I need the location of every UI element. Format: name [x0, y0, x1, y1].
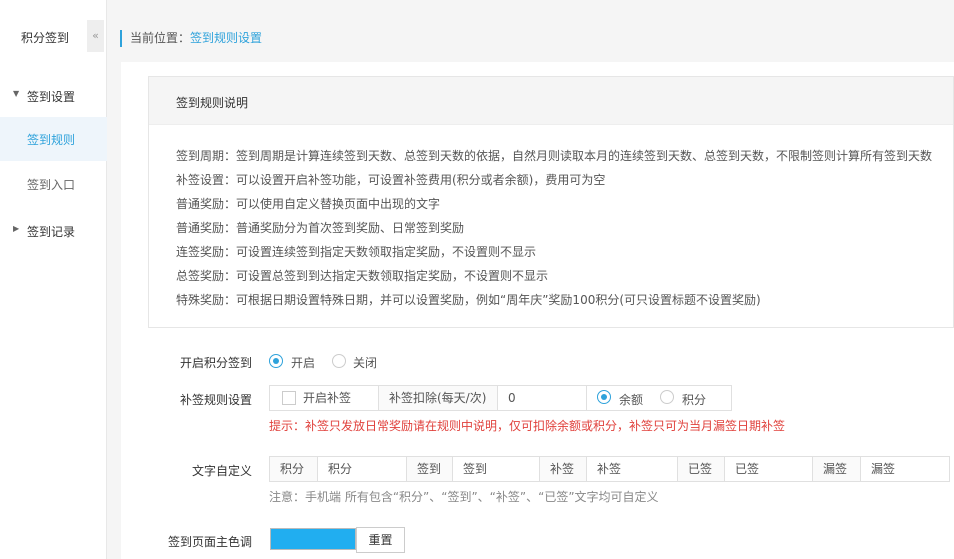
enable-off-label[interactable]: 关闭: [353, 354, 377, 371]
theme-color-picker[interactable]: [270, 528, 356, 550]
makeup-rules-label: 补签规则设置: [179, 393, 252, 407]
custom-points-input[interactable]: 积分: [317, 456, 407, 482]
sidebar-item-checkin-entry[interactable]: 签到入口: [0, 162, 107, 206]
rule-line: 特殊奖励：可根据日期设置特殊日期，并可以设置奖励，例如“周年庆”奖励100积分(…: [176, 293, 761, 307]
custom-makeup-input[interactable]: 补签: [586, 456, 678, 482]
deduct-amount-input[interactable]: 0: [497, 385, 587, 411]
nav-group-checkin-records[interactable]: ▶ 签到记录: [0, 218, 107, 244]
collapse-sidebar-icon[interactable]: «: [87, 20, 104, 52]
nav-group-label: 签到记录: [27, 225, 76, 239]
custom-signed-input[interactable]: 已签: [724, 456, 813, 482]
sidebar: 积分签到 « ▼ 签到设置 签到规则 签到入口 ▶ 签到记录: [0, 0, 107, 559]
text-custom-label: 文字自定义: [191, 464, 252, 478]
makeup-checkbox[interactable]: [282, 391, 296, 405]
custom-name-cell: 已签: [677, 456, 725, 482]
enable-on-radio[interactable]: [269, 354, 283, 368]
theme-color-label: 签到页面主色调: [167, 535, 252, 549]
breadcrumb-current[interactable]: 签到规则设置: [190, 31, 262, 45]
deduct-points-label[interactable]: 积分: [682, 391, 706, 408]
caret-down-icon: ▼: [13, 89, 20, 98]
caret-right-icon: ▶: [13, 224, 20, 233]
custom-checkin-input[interactable]: 签到: [452, 456, 540, 482]
rules-description-box: 签到规则说明 签到周期：签到周期是计算连续签到天数、总签到天数的依据，自然月则读…: [148, 76, 954, 328]
deduct-label: 补签扣除(每天/次): [389, 391, 487, 405]
sidebar-item-checkin-rules[interactable]: 签到规则: [0, 117, 107, 161]
deduct-points-radio[interactable]: [660, 390, 674, 404]
breadcrumb-prefix: 当前位置：: [130, 31, 191, 45]
rules-header: 签到规则说明: [149, 77, 953, 125]
sidebar-item-label: 签到规则: [27, 133, 76, 147]
rule-line: 连签奖励：可设置连续签到指定天数领取指定奖励，不设置则不显示: [176, 245, 537, 259]
rule-line: 总签奖励：可设置总签到到达指定天数领取指定奖励，不设置则不显示: [176, 269, 549, 283]
enable-checkin-label: 开启积分签到: [179, 356, 252, 370]
rule-line: 普通奖励：可以使用自定义替换页面中出现的文字: [176, 197, 441, 211]
custom-missed-input[interactable]: 漏签: [860, 456, 950, 482]
makeup-hint: 提示：补签只发放日常奖励请在规则中说明，仅可扣除余额或积分，补签只可为当月漏签日…: [269, 419, 786, 433]
makeup-checkbox-label: 开启补签: [303, 391, 352, 405]
breadcrumb: 当前位置：签到规则设置: [120, 30, 262, 47]
rule-line: 签到周期：签到周期是计算连续签到天数、总签到天数的依据，自然月则读取本月的连续签…: [176, 149, 933, 163]
text-custom-note: 注意：手机端 所有包含“积分”、“签到”、“补签”、“已签”文字均可自定义: [269, 490, 659, 504]
custom-name-cell: 签到: [406, 456, 453, 482]
deduct-balance-radio[interactable]: [597, 390, 611, 404]
custom-name-cell: 积分: [269, 456, 318, 482]
custom-name-cell: 漏签: [812, 456, 861, 482]
rule-line: 普通奖励：普通奖励分为首次签到奖励、日常签到奖励: [176, 221, 465, 235]
rule-line: 补签设置：可以设置开启补签功能，可设置补签费用(积分或者余额)，费用可为空: [176, 173, 606, 187]
rules-title: 签到规则说明: [176, 96, 249, 110]
enable-off-radio[interactable]: [332, 354, 346, 368]
sidebar-title: 积分签到: [21, 31, 70, 45]
nav-group-label: 签到设置: [27, 90, 76, 104]
sidebar-header: 积分签到 «: [0, 0, 107, 76]
enable-on-label[interactable]: 开启: [291, 354, 315, 371]
reset-color-button[interactable]: 重置: [356, 527, 405, 553]
custom-name-cell: 补签: [539, 456, 587, 482]
deduct-label-cell: 补签扣除(每天/次): [378, 385, 498, 411]
sidebar-item-label: 签到入口: [27, 178, 76, 192]
nav-group-checkin-settings[interactable]: ▼ 签到设置: [0, 83, 107, 109]
deduct-balance-label[interactable]: 余额: [619, 391, 643, 408]
